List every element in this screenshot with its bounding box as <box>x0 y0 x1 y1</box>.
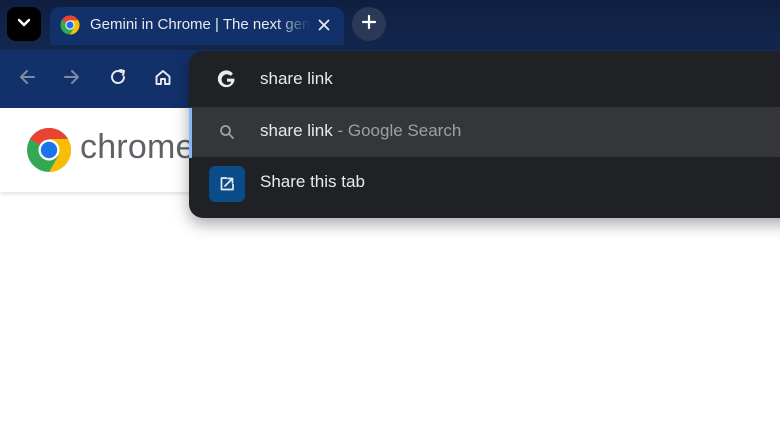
omnibox-input-row[interactable]: share link <box>189 55 780 105</box>
forward-button[interactable] <box>58 65 86 93</box>
arrow-right-icon <box>63 69 81 90</box>
arrow-left-icon <box>18 69 36 90</box>
chrome-wordmark: chrome <box>80 128 195 166</box>
share-icon <box>209 166 245 202</box>
reload-icon <box>109 68 127 91</box>
omnibox-input[interactable]: share link <box>260 69 333 89</box>
tab-search-button[interactable] <box>7 7 41 41</box>
new-tab-button[interactable] <box>352 7 386 41</box>
plus-icon <box>361 14 377 35</box>
home-button[interactable] <box>149 65 177 93</box>
search-icon <box>209 120 245 144</box>
back-button[interactable] <box>13 65 41 93</box>
suggestion-search[interactable]: share link - Google Search <box>189 107 780 157</box>
tab-active[interactable]: Gemini in Chrome | The next gen <box>50 7 344 45</box>
chevron-down-icon <box>17 15 31 33</box>
selection-indicator <box>189 108 192 158</box>
google-g-icon <box>209 68 245 92</box>
suggestion-search-label: share link - Google Search <box>260 121 461 141</box>
suggestion-share-label: Share this tab <box>260 172 365 191</box>
tab-strip: Gemini in Chrome | The next gen <box>0 0 780 50</box>
suggestion-query: share link <box>260 121 333 140</box>
suggestion-share-tab[interactable]: Share this tab <box>189 158 780 208</box>
close-icon[interactable] <box>314 15 334 35</box>
suggestion-suffix: - Google Search <box>332 121 462 140</box>
chrome-favicon-icon <box>60 15 80 35</box>
chrome-logo-icon <box>26 127 72 173</box>
reload-button[interactable] <box>104 65 132 93</box>
home-icon <box>154 68 172 91</box>
omnibox-dropdown: share link share link - Google Search Sh… <box>189 51 780 218</box>
tab-title: Gemini in Chrome | The next gen <box>90 16 310 33</box>
